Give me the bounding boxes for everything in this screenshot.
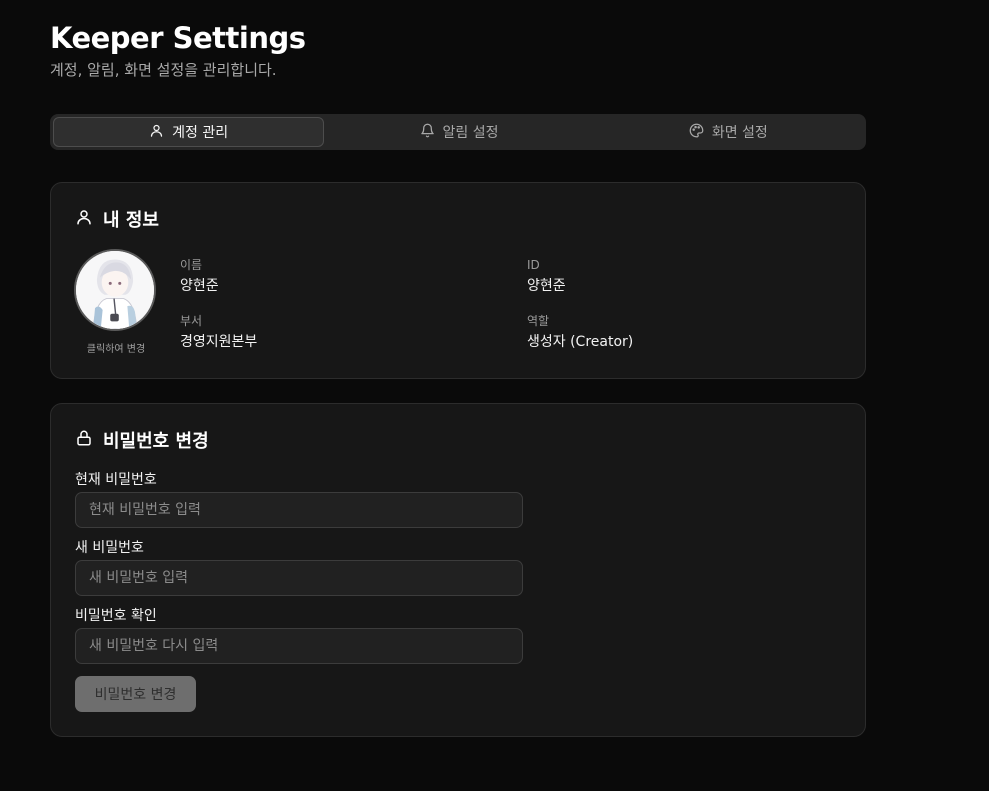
palette-icon (689, 123, 704, 142)
page-subtitle: 계정, 알림, 화면 설정을 관리합니다. (50, 61, 277, 79)
name-label: 이름 (180, 258, 203, 272)
lock-icon (75, 428, 93, 456)
tab-notifications[interactable]: 알림 설정 (324, 117, 593, 147)
page-title: Keeper Settings (50, 21, 306, 55)
department-value: 경영지원본부 (180, 334, 258, 350)
avatar[interactable] (74, 249, 156, 331)
tab-account-label: 계정 관리 (172, 125, 229, 141)
avatar-caption: 클릭하여 변경 (86, 344, 146, 355)
confirm-password-label: 비밀번호 확인 (75, 608, 157, 624)
user-icon (149, 123, 164, 142)
settings-tabs: 계정 관리 알림 설정 화면 설정 (50, 114, 866, 150)
bell-icon (420, 123, 435, 142)
name-value: 양현준 (180, 278, 219, 294)
profile-card: 내 정보 클릭하여 변경 이름 양현준 ID 양현준 부서 경영지원본부 역할 … (50, 182, 866, 379)
tab-display[interactable]: 화면 설정 (594, 117, 863, 147)
department-label: 부서 (180, 314, 203, 328)
current-password-label: 현재 비밀번호 (75, 472, 157, 488)
tab-notifications-label: 알림 설정 (442, 125, 499, 141)
profile-card-title-text: 내 정보 (103, 210, 159, 231)
current-password-input[interactable] (75, 492, 523, 528)
user-icon (75, 207, 93, 235)
new-password-input[interactable] (75, 560, 523, 596)
tab-display-label: 화면 설정 (711, 125, 768, 141)
change-password-button[interactable]: 비밀번호 변경 (75, 676, 196, 712)
settings-page: Keeper Settings 계정, 알림, 화면 설정을 관리합니다. 계정… (0, 0, 989, 791)
tab-account[interactable]: 계정 관리 (53, 117, 325, 147)
password-card: 비밀번호 변경 현재 비밀번호 새 비밀번호 비밀번호 확인 비밀번호 변경 (50, 403, 866, 737)
id-value: 양현준 (527, 278, 566, 294)
new-password-label: 새 비밀번호 (75, 540, 144, 556)
avatar-image (76, 251, 154, 329)
password-card-title: 비밀번호 변경 (75, 428, 209, 456)
profile-card-title: 내 정보 (75, 207, 159, 235)
role-label: 역할 (527, 314, 550, 328)
confirm-password-input[interactable] (75, 628, 523, 664)
role-value: 생성자 (Creator) (527, 334, 634, 350)
password-card-title-text: 비밀번호 변경 (103, 431, 209, 452)
id-label: ID (527, 258, 540, 272)
